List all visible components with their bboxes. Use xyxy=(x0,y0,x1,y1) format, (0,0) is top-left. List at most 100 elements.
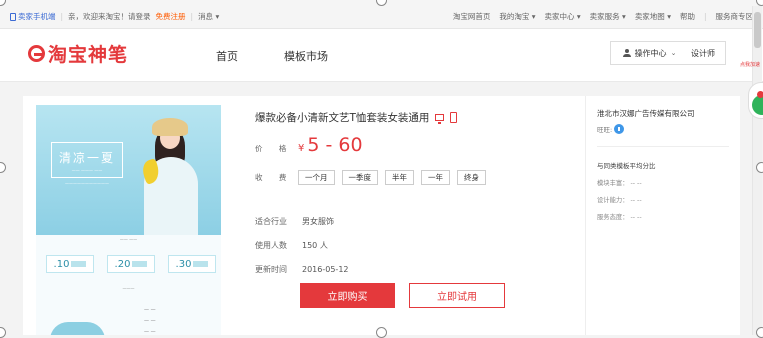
welcome-text[interactable]: 亲，欢迎来淘宝！请登录 xyxy=(68,11,151,22)
my-taobao-label: 我的淘宝 xyxy=(499,12,530,21)
selection-handle[interactable] xyxy=(376,327,387,338)
rating-label: 服务态度： xyxy=(597,214,629,221)
meta-value: 男女服饰 xyxy=(302,217,334,226)
sidebar-divider xyxy=(597,146,729,147)
speed-circle xyxy=(752,95,763,115)
rating-row: 模块丰富： -- -- xyxy=(597,178,642,187)
logo[interactable]: 淘宝神笔 xyxy=(28,40,128,67)
mobile-link[interactable]: 卖家手机端 xyxy=(10,11,56,22)
speed-up-widget[interactable]: 点我加速 xyxy=(740,62,763,119)
top-link-provider[interactable]: 服务商专区 xyxy=(716,11,754,22)
chevron-down-icon: ▾ xyxy=(215,12,220,21)
seller-company-name[interactable]: 淮北市汉娜广告传媒有限公司 xyxy=(597,108,695,119)
price-row: 价 格 ¥5 - 60 xyxy=(255,134,363,156)
rating-label: 模块丰富： xyxy=(597,180,629,187)
chat-icon[interactable] xyxy=(614,124,625,134)
user-icon xyxy=(622,49,631,57)
preview-line: — — xyxy=(144,318,156,324)
price-value: ¥5 - 60 xyxy=(298,134,363,156)
seller-service-label: 卖家服务 xyxy=(589,12,620,21)
designer-button[interactable]: 设计师 xyxy=(681,41,726,65)
chevron-down-icon: ⌄ xyxy=(670,49,677,57)
period-option[interactable]: 一季度 xyxy=(341,170,378,185)
template-preview-image: 清凉一夏 —— ——— —— ——————————— —— —— .10 .20… xyxy=(36,105,221,335)
top-link-seller-service[interactable]: 卖家服务 ▾ xyxy=(590,11,626,22)
top-link-home[interactable]: 淘宝网首页 xyxy=(453,11,491,22)
template-title: 爆款必备小清新文艺T恤套装女装通用 xyxy=(255,112,430,124)
rating-label: 设计能力： xyxy=(597,197,629,204)
logo-text: 淘宝神笔 xyxy=(48,44,129,66)
buy-now-button[interactable]: 立即购买 xyxy=(300,283,395,308)
rating-row: 设计能力： -- -- xyxy=(597,195,642,204)
coupon-button xyxy=(71,261,87,267)
preview-section-heading: —— —— xyxy=(119,237,138,242)
preview-coupons: .10 .20 .30 xyxy=(46,255,216,273)
meta-label: 适合行业 xyxy=(255,217,287,226)
top-link-seller-map[interactable]: 卖家地图 ▾ xyxy=(635,11,671,22)
wangwang-label: 旺旺: xyxy=(597,126,613,134)
banner-subtitle: —— ——— —— xyxy=(71,168,103,173)
meta-label: 更新时间 xyxy=(255,265,287,274)
preview-line: — — xyxy=(144,307,156,313)
coupon-value: .20 xyxy=(114,258,131,270)
nav-home[interactable]: 首页 xyxy=(216,48,238,64)
main-nav: 首页 模板市场 xyxy=(216,48,328,64)
coupon-value: .10 xyxy=(53,258,70,270)
price-range: 5 - 60 xyxy=(307,134,363,156)
preview-shirt-image xyxy=(50,322,105,335)
top-separator: | xyxy=(190,12,194,21)
coupon-value: .30 xyxy=(175,258,192,270)
price-label: 价 格 xyxy=(255,144,294,153)
meta-label: 使用人数 xyxy=(255,241,287,250)
top-link-help[interactable]: 帮助 xyxy=(680,11,695,22)
selection-handle[interactable] xyxy=(0,162,6,173)
logo-icon xyxy=(28,45,45,62)
ops-center-label: 操作中心 xyxy=(634,48,667,58)
period-option[interactable]: 半年 xyxy=(385,170,414,185)
phone-icon xyxy=(10,12,16,21)
register-link[interactable]: 免费注册 xyxy=(156,11,186,22)
preview-line: — — xyxy=(144,329,156,335)
selection-handle[interactable] xyxy=(756,327,763,338)
rating-row: 服务态度： -- -- xyxy=(597,212,642,221)
preview-text-lines: — — — — — — xyxy=(144,305,156,335)
billing-period-options: 一个月 一季度 半年 一年 终身 xyxy=(298,170,486,185)
try-now-button[interactable]: 立即试用 xyxy=(409,283,505,308)
rating-value: -- -- xyxy=(630,180,642,187)
meta-value: 2016-05-12 xyxy=(302,265,349,274)
coupon-button xyxy=(132,261,148,267)
wangwang-contact[interactable]: 旺旺: xyxy=(597,124,625,134)
seller-center-label: 卖家中心 xyxy=(544,12,575,21)
model-hat xyxy=(152,118,188,136)
template-info: 爆款必备小清新文艺T恤套装女装通用 价 格 ¥5 - 60 收 费 一个月 一季… xyxy=(255,110,585,274)
scroll-thumb[interactable] xyxy=(754,12,761,48)
rating-value: -- -- xyxy=(630,214,642,221)
period-option[interactable]: 一年 xyxy=(421,170,450,185)
monitor-icon xyxy=(435,114,445,124)
currency-symbol: ¥ xyxy=(298,143,305,154)
top-separator: | xyxy=(60,12,64,21)
banner-tag: ——————————— xyxy=(65,181,109,186)
billing-label: 收 费 xyxy=(255,173,294,182)
meta-row-users: 使用人数 150 人 xyxy=(255,240,328,251)
compare-title: 与同类模板平均分比 xyxy=(597,162,656,170)
seller-map-label: 卖家地图 xyxy=(634,12,665,21)
meta-row-updated: 更新时间 2016-05-12 xyxy=(255,264,349,275)
ops-center-button[interactable]: 操作中心 ⌄ xyxy=(610,41,689,65)
top-link-seller-center[interactable]: 卖家中心 ▾ xyxy=(545,11,581,22)
nav-template-market[interactable]: 模板市场 xyxy=(284,48,328,64)
seller-sidebar: 淮北市汉娜广告传媒有限公司 旺旺: 与同类模板平均分比 模块丰富： -- -- … xyxy=(585,96,741,335)
period-option[interactable]: 一个月 xyxy=(298,170,335,185)
top-link-my-taobao[interactable]: 我的淘宝 ▾ xyxy=(499,11,535,22)
preview-section-heading: ——— xyxy=(122,286,135,291)
top-separator: | xyxy=(703,12,707,21)
speed-up-label: 点我加速 xyxy=(740,62,761,68)
main-header: 淘宝神笔 首页 模板市场 操作中心 ⌄ 设计师 xyxy=(0,29,763,82)
period-option[interactable]: 终身 xyxy=(457,170,486,185)
coupon-button xyxy=(193,261,209,267)
coupon: .30 xyxy=(168,255,216,273)
messages-link[interactable]: 消息 ▾ xyxy=(198,11,219,22)
banner-title: 清凉一夏 xyxy=(58,151,115,165)
selection-handle[interactable] xyxy=(756,162,763,173)
selection-handle[interactable] xyxy=(0,327,6,338)
